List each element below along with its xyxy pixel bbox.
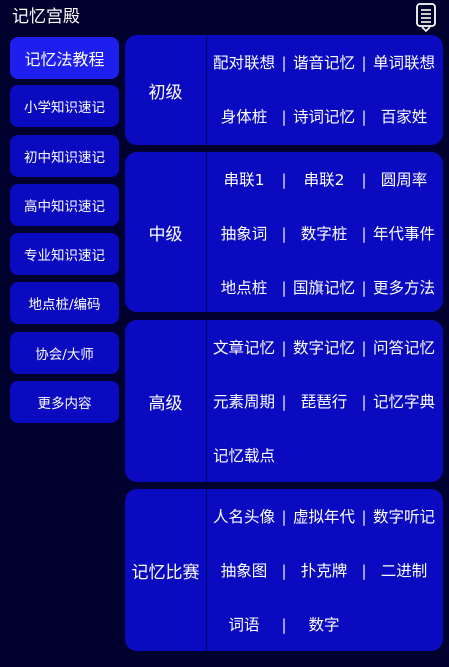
method-link[interactable]: 元素周期 (207, 387, 281, 417)
sidebar-item[interactable]: 协会/大师 (10, 332, 119, 374)
method-link[interactable]: 单词联想 (367, 48, 441, 78)
method-link[interactable]: 词语 (207, 610, 281, 640)
method-link[interactable]: 抽象图 (207, 556, 281, 586)
sidebar-item[interactable]: 地点桩/编码 (10, 282, 119, 324)
method-row: 串联1 | 串联2 | 圆周率 (207, 165, 443, 195)
level-label: 初级 (148, 82, 183, 103)
document-list-icon[interactable] (415, 2, 437, 33)
method-row: 词语 | 数字 (207, 610, 443, 640)
level-label: 记忆比赛 (131, 562, 200, 583)
method-link[interactable]: 串联1 (207, 165, 281, 195)
method-link[interactable]: 人名头像 (207, 502, 281, 532)
method-link[interactable]: 二进制 (367, 556, 441, 586)
method-row: 抽象词 | 数字桩 | 年代事件 (207, 219, 443, 249)
method-link[interactable]: 诗词记忆 (287, 102, 361, 132)
method-link[interactable]: 谐音记忆 (287, 48, 361, 78)
sidebar-item[interactable]: 专业知识速记 (10, 233, 119, 275)
method-link[interactable]: 数字 (287, 610, 361, 640)
method-link[interactable]: 串联2 (287, 165, 361, 195)
method-link[interactable]: 虚拟年代 (287, 502, 361, 532)
sidebar-item[interactable]: 初中知识速记 (10, 135, 119, 177)
method-link[interactable]: 国旗记忆 (287, 273, 361, 303)
method-row: 文章记忆 | 数字记忆 | 问答记忆 (207, 333, 443, 363)
level-label: 高级 (148, 393, 183, 414)
method-link[interactable]: 配对联想 (207, 48, 281, 78)
level-card: 中级 串联1 | 串联2 | 圆周率 抽象词 | 数字桩 | 年代事件 地点桩 | 国旗记忆 | 更多方法 (125, 152, 443, 312)
method-link[interactable]: 问答记忆 (367, 333, 441, 363)
sidebar-item[interactable]: 更多内容 (10, 381, 119, 423)
sidebar-item[interactable]: 高中知识速记 (10, 184, 119, 226)
method-link[interactable]: 抽象词 (207, 219, 281, 249)
method-link[interactable]: 圆周率 (367, 165, 441, 195)
method-link[interactable]: 扑克牌 (287, 556, 361, 586)
app-root: 记忆宫殿 记忆法教程小学知识速记 初中知识速记 高中知识速记 专业知识速记 地点桩/编码… (0, 0, 449, 667)
method-link[interactable]: 记忆字典 (367, 387, 441, 417)
method-link[interactable]: 数字桩 (287, 219, 361, 249)
sidebar-item[interactable]: 小学知识速记 (10, 85, 119, 127)
level-card: 初级 配对联想 | 谐音记忆 | 单词联想 身体桩 | 诗词记忆 | 百家姓 (125, 35, 443, 145)
sidebar-item[interactable]: 记忆法教程 (10, 37, 119, 79)
method-link[interactable]: 数字听记 (367, 502, 441, 532)
method-link[interactable]: 百家姓 (367, 102, 441, 132)
method-link[interactable]: 更多方法 (367, 273, 441, 303)
app-title: 记忆宫殿 (12, 7, 80, 27)
method-link[interactable]: 琵琶行 (287, 387, 361, 417)
method-row: 元素周期 | 琵琶行 | 记忆字典 (207, 387, 443, 417)
method-link[interactable]: 记忆载点 (207, 441, 281, 471)
header: 记忆宫殿 (0, 0, 449, 34)
method-link[interactable]: 年代事件 (367, 219, 441, 249)
method-link[interactable]: 数字记忆 (287, 333, 361, 363)
method-link[interactable]: 身体桩 (207, 102, 281, 132)
level-label: 中级 (148, 224, 183, 245)
method-row: 抽象图 | 扑克牌 | 二进制 (207, 556, 443, 586)
method-row: 人名头像 | 虚拟年代 | 数字听记 (207, 502, 443, 532)
method-row: 身体桩 | 诗词记忆 | 百家姓 (207, 102, 443, 132)
method-link[interactable]: 地点桩 (207, 273, 281, 303)
method-row: 配对联想 | 谐音记忆 | 单词联想 (207, 48, 443, 78)
method-row: 地点桩 | 国旗记忆 | 更多方法 (207, 273, 443, 303)
level-card: 高级 文章记忆 | 数字记忆 | 问答记忆 元素周期 | 琵琶行 | 记忆字典 记忆载点 (125, 320, 443, 482)
method-row: 记忆载点 (207, 441, 443, 471)
level-card: 记忆比赛 人名头像 | 虚拟年代 | 数字听记 抽象图 | 扑克牌 | 二进制 词语 | 数字 (125, 489, 443, 651)
method-link[interactable]: 文章记忆 (207, 333, 281, 363)
